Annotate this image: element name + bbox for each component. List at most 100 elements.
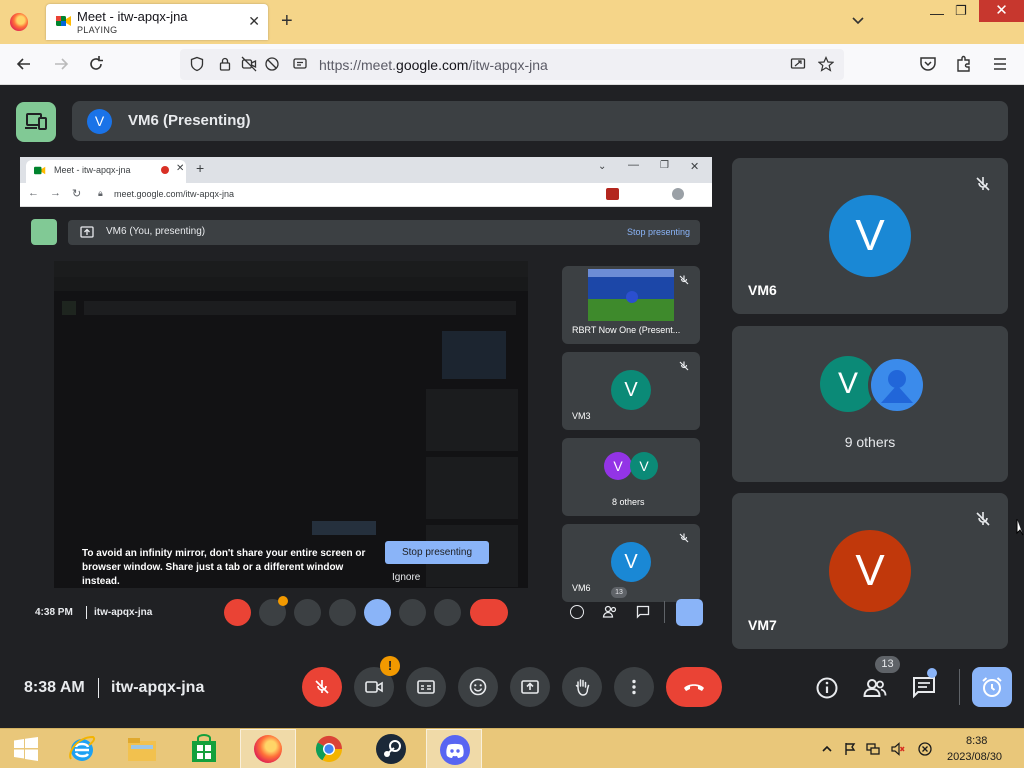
- shared-extension-icon: [606, 188, 619, 200]
- internet-explorer-taskbar[interactable]: [58, 729, 106, 768]
- shared-presenter-name: VM6 (You, presenting): [106, 226, 206, 237]
- participant-name: VM6: [748, 282, 777, 298]
- windows-logo-icon: [14, 737, 38, 761]
- lock-icon[interactable]: [217, 56, 233, 72]
- browser-tab-meet[interactable]: Meet - itw-apqx-jna PLAYING ✕: [46, 4, 268, 40]
- shared-tab-title: Meet - itw-apqx-jna: [54, 165, 131, 175]
- meeting-details-info-icon[interactable]: [814, 675, 840, 701]
- shared-reload-icon: ↻: [72, 188, 82, 200]
- captions-button[interactable]: [406, 667, 446, 707]
- raise-hand-button[interactable]: [562, 667, 602, 707]
- url-bar[interactable]: https://meet.google.com/itw-apqx-jna: [180, 49, 844, 80]
- pocket-icon[interactable]: [918, 54, 938, 74]
- shared-tile-label: 8 others: [612, 497, 645, 507]
- steam-taskbar[interactable]: [366, 729, 414, 768]
- present-now-button[interactable]: [510, 667, 550, 707]
- captions-icon: [417, 680, 435, 694]
- shared-avatar: V: [611, 542, 651, 582]
- game-screen-thumbnail: [588, 269, 674, 321]
- muted-mic-icon: [679, 361, 689, 371]
- participant-tile-vm6[interactable]: V VM6: [732, 158, 1008, 314]
- forward-arrow-icon[interactable]: [51, 54, 71, 74]
- shared-tile-vm6: V VM6: [562, 524, 700, 602]
- recording-dot-icon: [161, 166, 169, 174]
- participant-tile-others[interactable]: V 9 others: [732, 326, 1008, 482]
- shared-meet-page: VM6 (You, presenting) Stop presenting To…: [20, 207, 712, 632]
- screen-sharing-indicator-icon[interactable]: [790, 56, 806, 72]
- firefox-menu-icon[interactable]: [10, 13, 28, 31]
- more-options-button[interactable]: [614, 667, 654, 707]
- start-button[interactable]: [2, 729, 50, 768]
- new-tab-button[interactable]: +: [281, 10, 293, 32]
- shared-meet-controls: 4:38 PM itw-apqx-jna 13: [20, 587, 712, 632]
- presenter-name: VM6 (Presenting): [128, 112, 251, 129]
- shared-clock: 4:38 PM: [35, 607, 73, 618]
- presentation-layout-button[interactable]: [16, 102, 56, 142]
- steam-icon: [376, 734, 406, 764]
- tab-list-chevron-icon[interactable]: [850, 12, 866, 28]
- meeting-clock: 8:38 AM: [24, 679, 85, 696]
- firefox-taskbar[interactable]: [240, 729, 296, 768]
- shared-maximize-icon: ❐: [660, 160, 669, 171]
- leave-call-button[interactable]: [666, 667, 722, 707]
- shared-presentation-icon: [31, 219, 57, 245]
- shared-lock-icon: 🔒︎: [98, 188, 103, 198]
- system-clock-date[interactable]: 2023/08/30: [947, 751, 1002, 763]
- internet-explorer-icon: [69, 735, 96, 761]
- browser-tab-bar: Meet - itw-apqx-jna PLAYING ✕ + — ❐ ✕: [0, 0, 1024, 44]
- participant-tile-vm7[interactable]: V VM7: [732, 493, 1008, 649]
- shared-tile-vm3: V VM3: [562, 352, 700, 430]
- presenter-avatar: V: [87, 109, 112, 134]
- action-center-flag-icon[interactable]: [843, 742, 857, 756]
- shared-people-count: 13: [611, 587, 627, 598]
- microphone-permission-icon[interactable]: [264, 56, 280, 72]
- back-arrow-icon[interactable]: [14, 54, 34, 74]
- shared-tile-label: RBRT Now One (Present...: [572, 325, 681, 335]
- window-close-button[interactable]: ✕: [979, 0, 1024, 22]
- store-bag-icon: [192, 734, 216, 762]
- tab-close-icon[interactable]: ✕: [248, 13, 260, 29]
- file-explorer-taskbar[interactable]: [118, 729, 166, 768]
- present-upload-icon: [80, 226, 94, 238]
- page-info-icon[interactable]: [292, 56, 308, 72]
- hamburger-menu-icon[interactable]: [990, 54, 1010, 74]
- bookmark-star-icon[interactable]: [818, 56, 834, 72]
- camera-permission-icon[interactable]: [241, 56, 257, 72]
- shared-stop-presenting-button: Stop presenting: [385, 541, 489, 564]
- reload-icon[interactable]: [86, 54, 106, 74]
- shared-chat-icon: [636, 605, 650, 619]
- shared-forward-icon: →: [50, 187, 61, 199]
- volume-muted-icon[interactable]: [891, 742, 905, 756]
- emoji-icon: [469, 678, 487, 696]
- shared-tile-others: V V 8 others: [562, 438, 700, 516]
- shared-profile-avatar: [672, 188, 684, 200]
- participant-count-badge: 13: [875, 656, 900, 673]
- shared-minimize-icon: —: [628, 159, 639, 171]
- tracking-protection-shield-icon[interactable]: [189, 56, 205, 72]
- devices-icon: [25, 113, 47, 130]
- extensions-puzzle-icon[interactable]: [954, 54, 974, 74]
- clock-divider: [98, 678, 99, 698]
- chrome-taskbar[interactable]: [306, 729, 354, 768]
- url-text[interactable]: https://meet.google.com/itw-apqx-jna: [319, 57, 548, 73]
- participant-name: VM7: [748, 617, 777, 633]
- firefox-icon: [254, 735, 282, 763]
- tray-overflow-icon[interactable]: [820, 742, 834, 756]
- tab-title: Meet - itw-apqx-jna: [77, 9, 188, 24]
- window-maximize-button[interactable]: ❐: [955, 3, 967, 19]
- window-minimize-button[interactable]: —: [930, 5, 944, 21]
- discord-icon: [440, 735, 470, 765]
- shared-tile-label: VM6: [572, 583, 591, 593]
- windows-store-taskbar[interactable]: [180, 729, 228, 768]
- chat-icon[interactable]: [911, 675, 937, 701]
- microphone-toggle-button[interactable]: [302, 667, 342, 707]
- shared-hand-icon: [399, 599, 426, 626]
- system-clock-time[interactable]: 8:38: [966, 735, 987, 747]
- network-icon[interactable]: [866, 742, 880, 756]
- discord-taskbar[interactable]: [426, 729, 482, 768]
- reactions-button[interactable]: [458, 667, 498, 707]
- activities-button[interactable]: [972, 667, 1012, 707]
- people-icon[interactable]: [862, 675, 888, 701]
- close-circle-icon[interactable]: [918, 742, 932, 756]
- shared-new-tab-icon: +: [196, 160, 205, 176]
